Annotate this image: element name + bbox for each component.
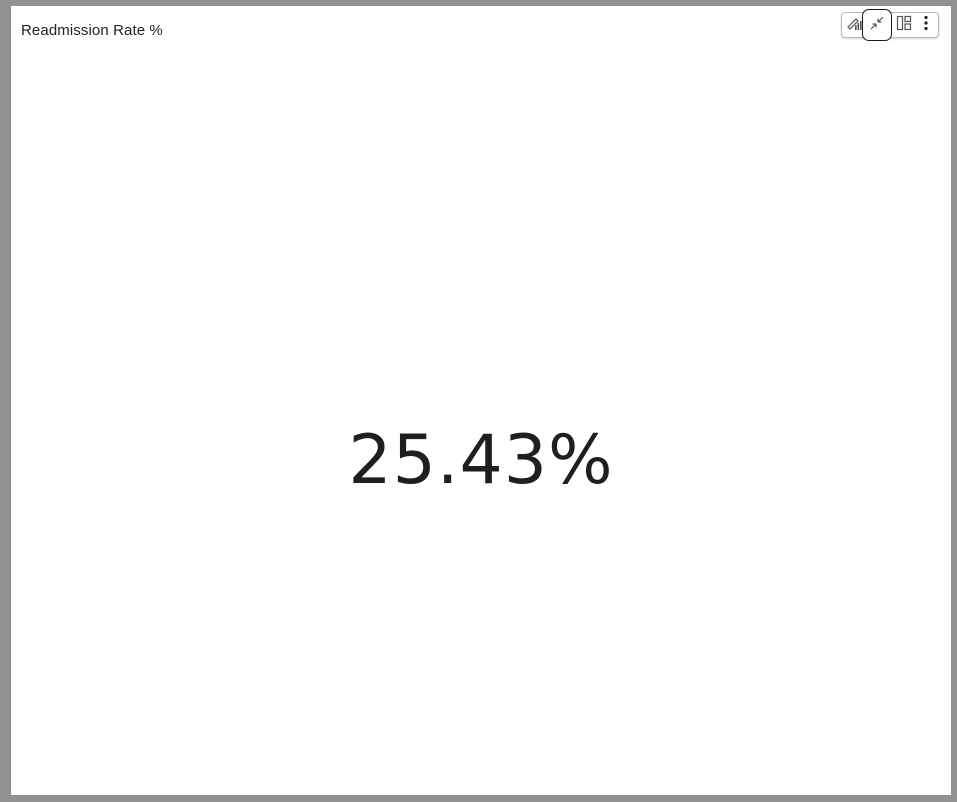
collapse-button[interactable] bbox=[862, 9, 892, 41]
visual-toolbar bbox=[841, 9, 939, 41]
more-options-button[interactable] bbox=[914, 13, 938, 37]
layout-icon bbox=[895, 14, 913, 37]
visual-title: Readmission Rate % bbox=[21, 22, 163, 39]
layout-button[interactable] bbox=[892, 13, 916, 37]
kpi-visual-card[interactable]: Readmission Rate % 25.43% bbox=[11, 6, 951, 795]
dashboard-background: Readmission Rate % 25.43% bbox=[0, 0, 957, 802]
kpi-value: 25.43% bbox=[348, 421, 614, 500]
collapse-icon bbox=[868, 14, 886, 37]
more-options-icon bbox=[917, 14, 935, 37]
visual-analytics-icon bbox=[845, 14, 863, 37]
